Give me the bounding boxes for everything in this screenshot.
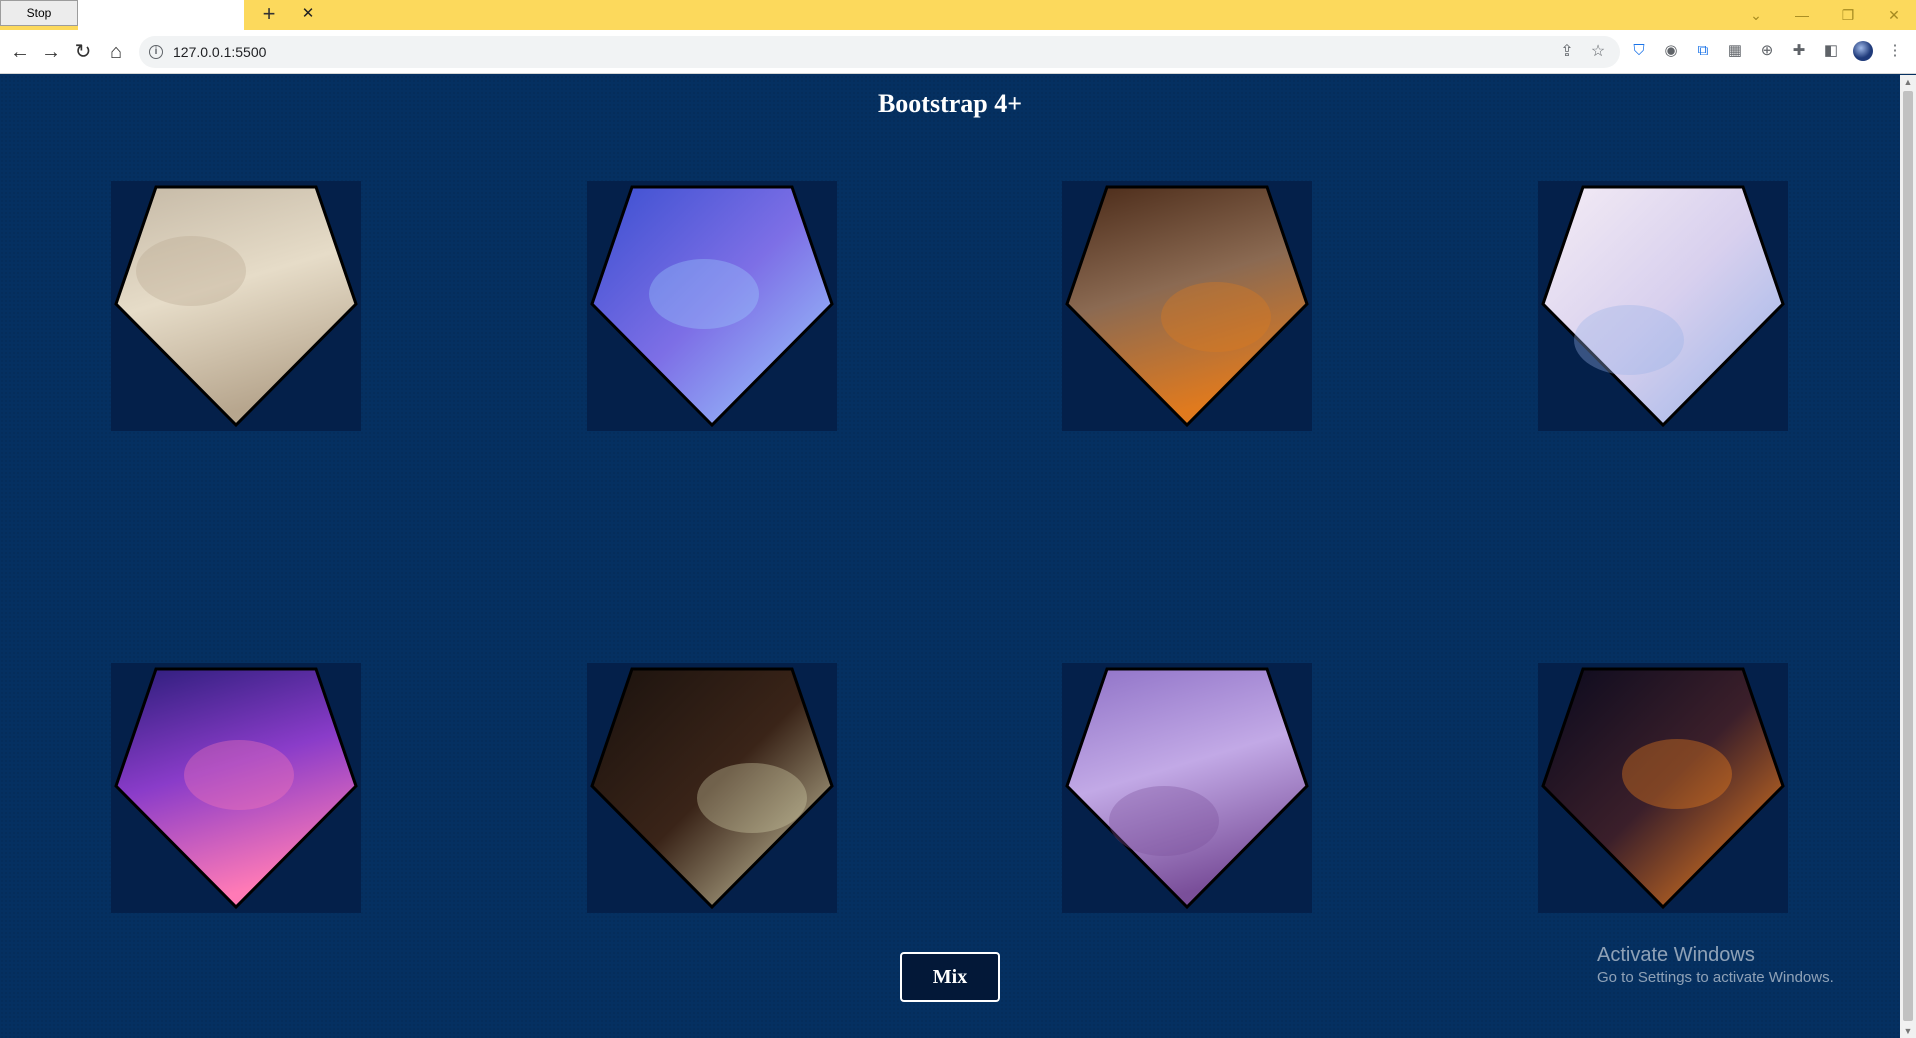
page-viewport: Bootstrap 4+ Mix Activate Windows Go to …: [0, 75, 1900, 1038]
new-tab-button[interactable]: +: [258, 3, 280, 26]
page-title: Bootstrap 4+: [877, 89, 1023, 118]
home-icon[interactable]: ⌂: [104, 40, 128, 64]
globe-extension-icon[interactable]: ⊕: [1756, 40, 1778, 62]
space-sunset-image: [1541, 667, 1785, 910]
vertical-scrollbar[interactable]: ▲ ▼: [1900, 75, 1916, 1038]
blue-nebula-image: [590, 185, 834, 428]
shield-extension-icon[interactable]: ⛉: [1628, 40, 1650, 62]
profile-avatar[interactable]: [1852, 40, 1874, 62]
forward-arrow-icon[interactable]: →: [39, 40, 63, 64]
gallery-card-3[interactable]: [1062, 181, 1312, 431]
address-bar[interactable]: i 127.0.0.1:5500 ⇪ ☆: [139, 36, 1620, 68]
tab-search-chevron-icon[interactable]: ⌄: [1745, 4, 1767, 26]
tab-title: Stop: [26, 6, 52, 20]
scroll-down-icon[interactable]: ▼: [1900, 1024, 1916, 1038]
mix-button[interactable]: Mix: [900, 952, 1000, 1002]
gallery-card-1[interactable]: [111, 181, 361, 431]
back-arrow-icon[interactable]: ←: [8, 40, 32, 64]
purple-landscape-image: [1065, 667, 1309, 910]
gallery-card-4[interactable]: [1538, 181, 1788, 431]
reload-icon[interactable]: ↻: [71, 40, 95, 64]
fiery-planet-image: [1065, 185, 1309, 428]
qr-extension-icon[interactable]: ▦: [1724, 40, 1746, 62]
windows-activation-watermark: Activate Windows Go to Settings to activ…: [1597, 944, 1834, 986]
gallery-card-5[interactable]: [111, 663, 361, 913]
pastel-sky-image: [1541, 185, 1785, 428]
gallery-card-7[interactable]: [1062, 663, 1312, 913]
close-window-button[interactable]: ✕: [1883, 4, 1905, 26]
share-icon[interactable]: ⇪: [1557, 42, 1577, 62]
puzzle-extensions-icon[interactable]: ✚: [1788, 40, 1810, 62]
close-tab-icon[interactable]: ✕: [300, 6, 316, 22]
watermark-title: Activate Windows: [1597, 944, 1755, 966]
translate-extension-icon[interactable]: ⧉: [1692, 40, 1714, 62]
extension-circle-icon[interactable]: ◉: [1660, 40, 1682, 62]
dark-space-planet-image: [590, 667, 834, 910]
gallery-card-2[interactable]: [587, 181, 837, 431]
minimize-button[interactable]: —: [1791, 4, 1813, 26]
side-panel-icon[interactable]: ◧: [1820, 40, 1842, 62]
tab-stop[interactable]: Stop: [0, 0, 78, 26]
gallery-card-8[interactable]: [1538, 663, 1788, 913]
gallery-card-6[interactable]: [587, 663, 837, 913]
bookmark-star-icon[interactable]: ☆: [1588, 42, 1608, 62]
scroll-thumb[interactable]: [1903, 91, 1913, 1021]
cloudy-planet-surface-image: [114, 185, 358, 428]
scroll-up-icon[interactable]: ▲: [1900, 75, 1916, 89]
watermark-subtitle: Go to Settings to activate Windows.: [1597, 969, 1834, 986]
url-text[interactable]: 127.0.0.1:5500: [173, 44, 266, 60]
site-info-icon[interactable]: i: [149, 45, 163, 59]
active-tab[interactable]: ✕: [78, 0, 314, 30]
pink-galaxy-image: [114, 667, 358, 910]
restore-button[interactable]: ❐: [1837, 4, 1859, 26]
chrome-menu-icon[interactable]: ⋮: [1884, 40, 1906, 62]
tab-bar: Stop ✕ + ⌄ — ❐ ✕: [0, 0, 1916, 30]
browser-toolbar: ← → ↻ ⌂ i 127.0.0.1:5500 ⇪ ☆ ⛉ ◉ ⧉ ▦ ⊕ ✚…: [0, 30, 1916, 74]
